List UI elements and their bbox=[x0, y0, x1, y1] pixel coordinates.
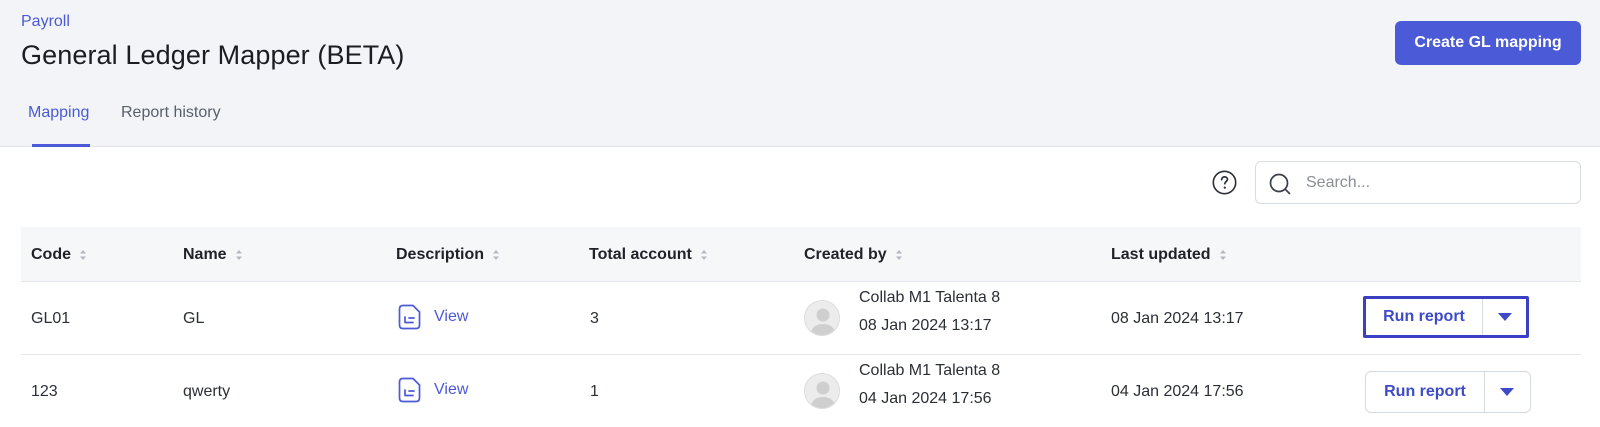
sort-icon bbox=[1219, 250, 1226, 260]
run-report-button[interactable]: Run report bbox=[1366, 299, 1482, 335]
view-link-label: View bbox=[434, 308, 469, 325]
column-label: Created by bbox=[804, 246, 887, 263]
cell-code: 123 bbox=[31, 383, 58, 400]
created-by-date: 04 Jan 2024 17:56 bbox=[859, 390, 992, 407]
column-header-total-account[interactable]: Total account bbox=[589, 246, 708, 264]
view-link-label: View bbox=[434, 381, 469, 398]
column-label: Name bbox=[183, 246, 227, 263]
sort-icon bbox=[700, 250, 707, 260]
sort-icon bbox=[80, 250, 86, 260]
view-description-link[interactable]: View bbox=[398, 304, 468, 330]
column-label: Total account bbox=[589, 246, 692, 263]
search-icon bbox=[1269, 173, 1291, 195]
run-report-button[interactable]: Run report bbox=[1366, 372, 1484, 412]
view-description-link[interactable]: View bbox=[398, 377, 468, 403]
column-header-code[interactable]: Code bbox=[31, 246, 87, 264]
sort-icon bbox=[235, 250, 242, 260]
page-header: Payroll General Ledger Mapper (BETA) Cre… bbox=[0, 0, 1600, 147]
column-header-created-by[interactable]: Created by bbox=[804, 246, 903, 264]
column-header-last-updated[interactable]: Last updated bbox=[1111, 246, 1227, 264]
table-row: GL01 GL View 3 Collab M1 Talenta 8 08 Ja… bbox=[21, 282, 1581, 355]
column-label: Code bbox=[31, 246, 71, 263]
run-report-split-button: Run report bbox=[1363, 296, 1529, 338]
cell-name: qwerty bbox=[183, 383, 231, 400]
user-silhouette-icon bbox=[805, 374, 839, 408]
caret-down-icon bbox=[1500, 388, 1514, 396]
tab-report-history[interactable]: Report history bbox=[121, 104, 221, 122]
run-report-options-button[interactable] bbox=[1485, 372, 1530, 412]
caret-down-icon bbox=[1498, 313, 1512, 321]
cell-last-updated: 04 Jan 2024 17:56 bbox=[1111, 383, 1244, 400]
create-gl-mapping-button[interactable]: Create GL mapping bbox=[1395, 21, 1581, 65]
column-header-description[interactable]: Description bbox=[396, 246, 500, 264]
column-label: Description bbox=[396, 246, 485, 263]
created-by-name: Collab M1 Talenta 8 bbox=[859, 362, 1001, 379]
cell-name: GL bbox=[183, 310, 205, 327]
question-circle-icon[interactable] bbox=[1212, 170, 1237, 195]
cell-last-updated: 08 Jan 2024 13:17 bbox=[1111, 310, 1244, 327]
document-icon bbox=[398, 304, 421, 330]
page-title: General Ledger Mapper (BETA) bbox=[21, 40, 405, 70]
sort-icon bbox=[493, 250, 500, 260]
cell-code: GL01 bbox=[31, 310, 71, 327]
run-report-options-button[interactable] bbox=[1483, 299, 1528, 335]
document-icon bbox=[398, 377, 421, 403]
cell-total-account: 3 bbox=[590, 310, 599, 327]
search-box bbox=[1255, 161, 1581, 204]
breadcrumb-payroll[interactable]: Payroll bbox=[21, 13, 70, 31]
table-header: Code Name Description Total account Crea… bbox=[21, 227, 1581, 282]
avatar bbox=[804, 373, 840, 409]
tab-mapping[interactable]: Mapping bbox=[28, 104, 89, 122]
created-by-name: Collab M1 Talenta 8 bbox=[859, 289, 1001, 306]
avatar bbox=[804, 300, 840, 336]
table-row: 123 qwerty View 1 Collab M1 Talenta 8 04… bbox=[21, 355, 1581, 427]
created-by-date: 08 Jan 2024 13:17 bbox=[859, 317, 992, 334]
user-silhouette-icon bbox=[805, 301, 839, 335]
cell-total-account: 1 bbox=[590, 383, 599, 400]
search-input[interactable] bbox=[1306, 162, 1571, 203]
column-header-name[interactable]: Name bbox=[183, 246, 243, 264]
sort-icon bbox=[895, 250, 902, 260]
active-tab-indicator bbox=[32, 144, 90, 147]
run-report-split-button: Run report bbox=[1365, 371, 1531, 413]
column-label: Last updated bbox=[1111, 246, 1211, 263]
